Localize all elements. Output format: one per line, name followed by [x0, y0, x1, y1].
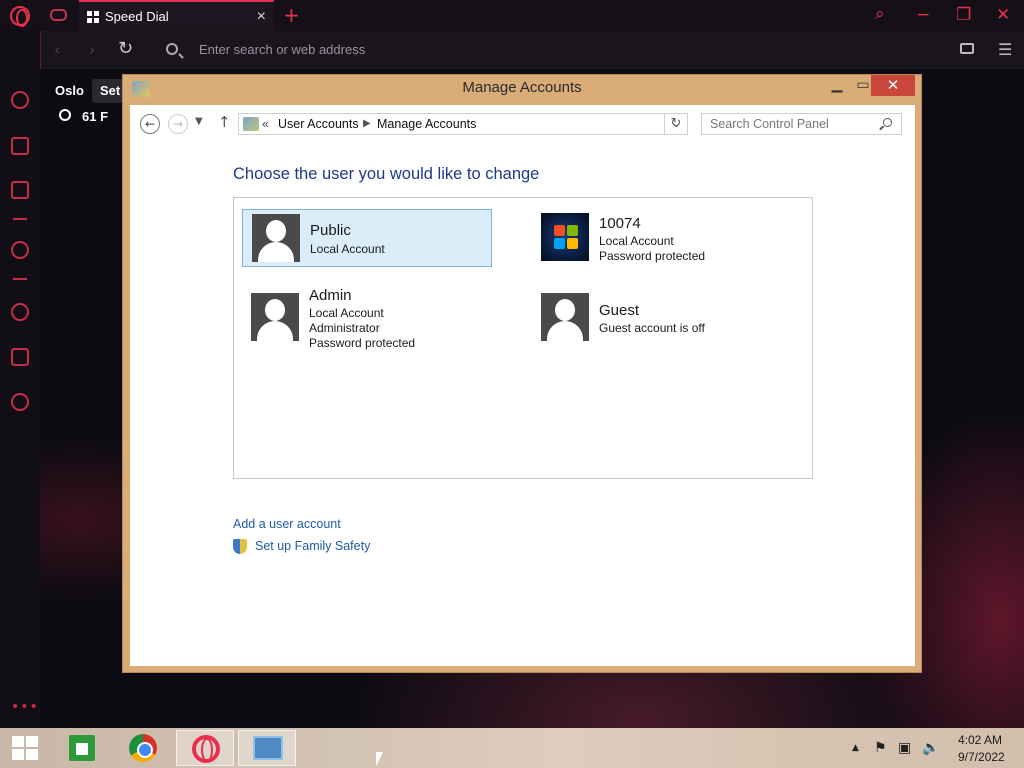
window-minimize-button[interactable]: ▁ [824, 75, 850, 96]
sun-icon [59, 109, 71, 121]
uac-shield-icon [233, 539, 247, 554]
taskbar-store-button[interactable] [52, 730, 110, 766]
window-title: Manage Accounts [462, 79, 582, 96]
store-icon [69, 735, 95, 761]
twitch-icon[interactable] [11, 181, 29, 199]
search-icon [883, 118, 892, 127]
gx-control-icon[interactable] [50, 9, 67, 21]
family-safety-link[interactable]: Set up Family Safety [255, 539, 370, 553]
account-status: Password protected [599, 249, 706, 263]
minimize-icon[interactable]: − [916, 5, 930, 25]
windows-logo-avatar-icon [541, 213, 589, 261]
reload-icon[interactable]: ↻ [118, 38, 133, 59]
account-name: Guest [599, 302, 640, 319]
refresh-button[interactable]: ↻ [664, 113, 688, 135]
account-type: Local Account [310, 242, 385, 256]
tab-close-icon[interactable]: × [257, 8, 266, 26]
taskbar-control-panel-button[interactable] [238, 730, 296, 766]
speedometer-icon[interactable] [11, 91, 29, 109]
user-avatar-icon [541, 293, 589, 341]
forward-icon[interactable]: → [168, 114, 188, 134]
network-icon[interactable]: ▣ [898, 740, 911, 756]
weather-temperature: 61 F [82, 109, 109, 124]
breadcrumb[interactable]: « User Accounts ▶ Manage Accounts ⌄ [238, 113, 688, 135]
chrome-icon [129, 734, 157, 762]
control-panel-icon [253, 736, 283, 760]
page-title: Choose the user you would like to change [233, 165, 540, 183]
user-avatar-icon [252, 214, 300, 262]
gx-corner-icon[interactable] [11, 137, 29, 155]
clock-time[interactable]: 4:02 AM [958, 733, 1002, 747]
breadcrumb-manage-accounts[interactable]: Manage Accounts [377, 117, 476, 131]
opera-icon [192, 735, 220, 763]
accounts-list: Public Local Account 10074 Local Account… [233, 197, 813, 479]
volume-muted-icon[interactable]: 🔈 [922, 740, 939, 756]
opera-menu-icon[interactable] [10, 6, 30, 27]
address-input[interactable]: Enter search or web address [199, 42, 365, 57]
back-icon[interactable]: ← [140, 114, 160, 134]
search-placeholder: Search Control Panel [710, 117, 829, 131]
account-type: Local Account [599, 234, 674, 248]
breadcrumb-separator-icon[interactable]: ▶ [363, 118, 371, 129]
search-control-panel-input[interactable]: Search Control Panel [701, 113, 902, 135]
breadcrumb-overflow[interactable]: « [262, 117, 269, 131]
window-content: ← → ▼ ↑ « User Accounts ▶ Manage Account… [130, 105, 915, 666]
user-avatar-icon [251, 293, 299, 341]
new-tab-icon[interactable]: + [283, 3, 300, 27]
search-tabs-icon[interactable]: ⌕ [875, 4, 885, 24]
action-center-flag-icon[interactable]: ⚑ [874, 740, 887, 756]
windows-start-icon[interactable] [12, 736, 38, 760]
recent-locations-icon[interactable]: ▼ [195, 116, 203, 127]
sidebar-divider [13, 218, 27, 220]
browser-sidebar: ••• [0, 31, 40, 728]
up-arrow-icon[interactable]: ↑ [218, 113, 231, 131]
clock-date[interactable]: 9/7/2022 [958, 750, 1005, 764]
weather-city: Oslo [55, 83, 84, 98]
add-user-account-link[interactable]: Add a user account [233, 517, 341, 531]
tab-speed-dial[interactable]: Speed Dial × [79, 0, 274, 31]
taskbar: ▲ ⚑ ▣ 🔈 4:02 AM 9/7/2022 [0, 728, 1024, 768]
more-icon[interactable]: ••• [11, 699, 39, 715]
account-role: Administrator [309, 321, 380, 335]
taskbar-opera-button[interactable] [176, 730, 234, 766]
account-status: Password protected [309, 336, 416, 350]
account-public[interactable]: Public Local Account [242, 209, 492, 267]
search-icon [166, 43, 178, 55]
breadcrumb-user-accounts[interactable]: User Accounts [278, 117, 359, 131]
account-type: Local Account [309, 306, 384, 320]
player-icon[interactable] [11, 241, 29, 259]
user-accounts-icon [243, 117, 259, 131]
sidebar-divider [13, 278, 27, 280]
settings-gear-icon[interactable] [11, 393, 29, 411]
tab-title: Speed Dial [105, 9, 169, 24]
close-icon[interactable]: ✕ [996, 5, 1010, 25]
account-name: Admin [309, 287, 352, 304]
account-admin[interactable]: Admin Local Account Administrator Passwo… [242, 286, 492, 356]
taskbar-chrome-button[interactable] [114, 730, 172, 766]
restore-icon[interactable]: ❐ [956, 5, 971, 25]
window-close-button[interactable]: ✕ [871, 75, 915, 96]
show-hidden-icons-icon[interactable]: ▲ [852, 743, 859, 753]
camera-icon[interactable] [960, 43, 974, 54]
history-icon[interactable] [11, 303, 29, 321]
account-name: Public [310, 222, 351, 239]
manage-accounts-window: Manage Accounts ▁ ▭ ✕ ← → ▼ ↑ « User Acc… [122, 74, 922, 673]
account-status: Guest account is off [599, 321, 705, 335]
forward-icon[interactable]: › [89, 40, 95, 59]
mouse-cursor-icon [376, 752, 383, 766]
speed-dial-icon [87, 10, 99, 23]
account-10074[interactable]: 10074 Local Account Password protected [532, 209, 782, 267]
back-icon[interactable]: ‹ [54, 40, 60, 59]
extensions-cube-icon[interactable] [11, 348, 29, 366]
easy-setup-icon[interactable]: ☰ [998, 40, 1012, 59]
address-bar-row: ‹ › ↻ Enter search or web address ☰ [40, 31, 1024, 69]
browser-tab-strip: Speed Dial × + ⌕ − ❐ ✕ [0, 0, 1024, 31]
account-name: 10074 [599, 215, 641, 232]
account-guest[interactable]: Guest Guest account is off [532, 286, 782, 344]
